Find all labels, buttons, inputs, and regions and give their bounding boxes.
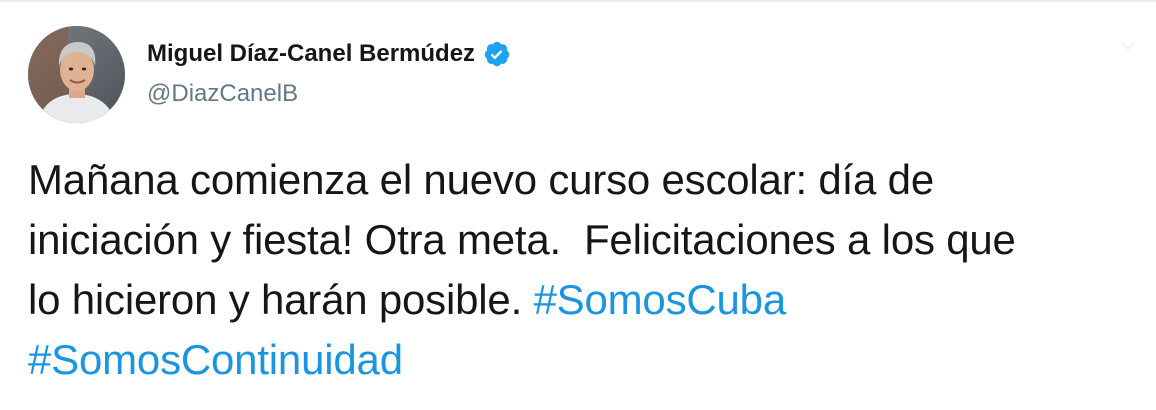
tweet-text: Mañana comienza el nuevo curso escolar: … (28, 150, 1138, 390)
tweet-text-line-2: iniciación y fiesta! Otra meta. Felicita… (28, 216, 1016, 263)
chevron-down-icon[interactable] (1118, 38, 1138, 54)
hashtag-link[interactable]: #SomosCuba (534, 276, 787, 323)
tweet-text-line-1: Mañana comienza el nuevo curso escolar: … (28, 156, 935, 203)
avatar[interactable] (28, 26, 125, 123)
author-name-label[interactable]: Miguel Díaz-Canel Bermúdez (147, 40, 475, 68)
tweet-text-line-3: lo hicieron y harán posible. (28, 276, 534, 323)
author-name[interactable]: Miguel Díaz-Canel Bermúdez (147, 40, 511, 68)
hashtag-link[interactable]: #SomosContinuidad (28, 336, 403, 383)
top-divider (0, 0, 1156, 2)
author-handle[interactable]: @DiazCanelB (147, 80, 298, 108)
verified-badge-icon (483, 40, 511, 68)
